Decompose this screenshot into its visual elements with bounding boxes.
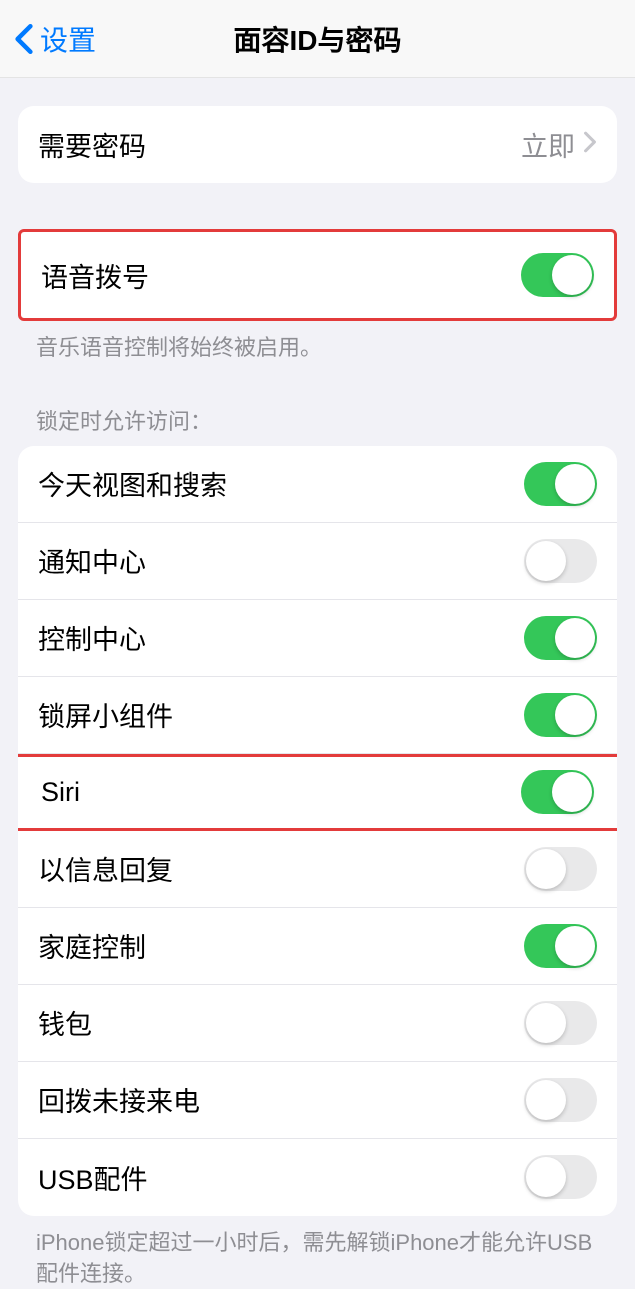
lock-access-toggle[interactable] — [524, 462, 597, 506]
lock-access-label: 钱包 — [38, 1003, 524, 1042]
back-label: 设置 — [40, 19, 96, 59]
toggle-knob — [555, 464, 595, 504]
toggle-knob — [555, 695, 595, 735]
lock-access-label: USB配件 — [38, 1158, 524, 1197]
require-passcode-section: 需要密码 立即 — [18, 106, 617, 183]
lock-access-label: 今天视图和搜索 — [38, 464, 524, 503]
voice-dial-label: 语音拨号 — [41, 256, 521, 295]
lock-access-row: 通知中心 — [18, 523, 617, 600]
toggle-knob — [526, 541, 566, 581]
lock-access-label: 家庭控制 — [38, 926, 524, 965]
chevron-left-icon — [14, 23, 34, 55]
lock-access-header: 锁定时允许访问： — [0, 380, 635, 442]
voice-dial-toggle[interactable] — [521, 253, 594, 297]
voice-dial-section: 语音拨号 — [18, 229, 617, 321]
toggle-knob — [526, 1080, 566, 1120]
lock-access-label: Siri — [41, 777, 521, 808]
toggle-knob — [526, 849, 566, 889]
lock-access-row: 今天视图和搜索 — [18, 446, 617, 523]
toggle-knob — [552, 255, 592, 295]
lock-access-row: 控制中心 — [18, 600, 617, 677]
lock-access-label: 控制中心 — [38, 618, 524, 657]
chevron-right-icon — [583, 131, 597, 158]
require-passcode-row[interactable]: 需要密码 立即 — [18, 106, 617, 183]
lock-access-section: 今天视图和搜索通知中心控制中心锁屏小组件 Siri 以信息回复家庭控制钱包回拨未接来… — [18, 446, 617, 1216]
lock-access-label: 通知中心 — [38, 541, 524, 580]
page-title: 面容ID与密码 — [233, 19, 401, 59]
lock-access-toggle[interactable] — [524, 847, 597, 891]
lock-access-row: Siri — [18, 754, 617, 831]
lock-access-toggle[interactable] — [524, 616, 597, 660]
lock-access-row: 锁屏小组件 — [18, 677, 617, 754]
lock-access-toggle[interactable] — [524, 1001, 597, 1045]
toggle-knob — [555, 926, 595, 966]
lock-access-toggle[interactable] — [524, 539, 597, 583]
voice-dial-footer: 音乐语音控制将始终被启用。 — [0, 321, 635, 364]
back-button[interactable]: 设置 — [14, 19, 96, 59]
toggle-knob — [552, 772, 592, 812]
lock-access-toggle[interactable] — [524, 693, 597, 737]
require-passcode-value: 立即 — [521, 125, 575, 164]
lock-access-toggle[interactable] — [524, 1078, 597, 1122]
lock-access-row: 以信息回复 — [18, 831, 617, 908]
lock-access-row: 家庭控制 — [18, 908, 617, 985]
lock-access-label: 回拨未接来电 — [38, 1080, 524, 1119]
toggle-knob — [526, 1157, 566, 1197]
voice-dial-row: 语音拨号 — [21, 232, 614, 318]
lock-access-row: 回拨未接来电 — [18, 1062, 617, 1139]
lock-access-toggle[interactable] — [521, 770, 594, 814]
require-passcode-label: 需要密码 — [38, 125, 521, 164]
lock-access-row: USB配件 — [18, 1139, 617, 1216]
lock-access-row: 钱包 — [18, 985, 617, 1062]
navigation-bar: 设置 面容ID与密码 — [0, 0, 635, 78]
lock-access-label: 锁屏小组件 — [38, 695, 524, 734]
lock-access-toggle[interactable] — [524, 1155, 597, 1199]
lock-access-label: 以信息回复 — [38, 849, 524, 888]
lock-access-footer: iPhone锁定超过一小时后，需先解锁iPhone才能允许USB配件连接。 — [0, 1216, 635, 1289]
toggle-knob — [526, 1003, 566, 1043]
toggle-knob — [555, 618, 595, 658]
lock-access-toggle[interactable] — [524, 924, 597, 968]
